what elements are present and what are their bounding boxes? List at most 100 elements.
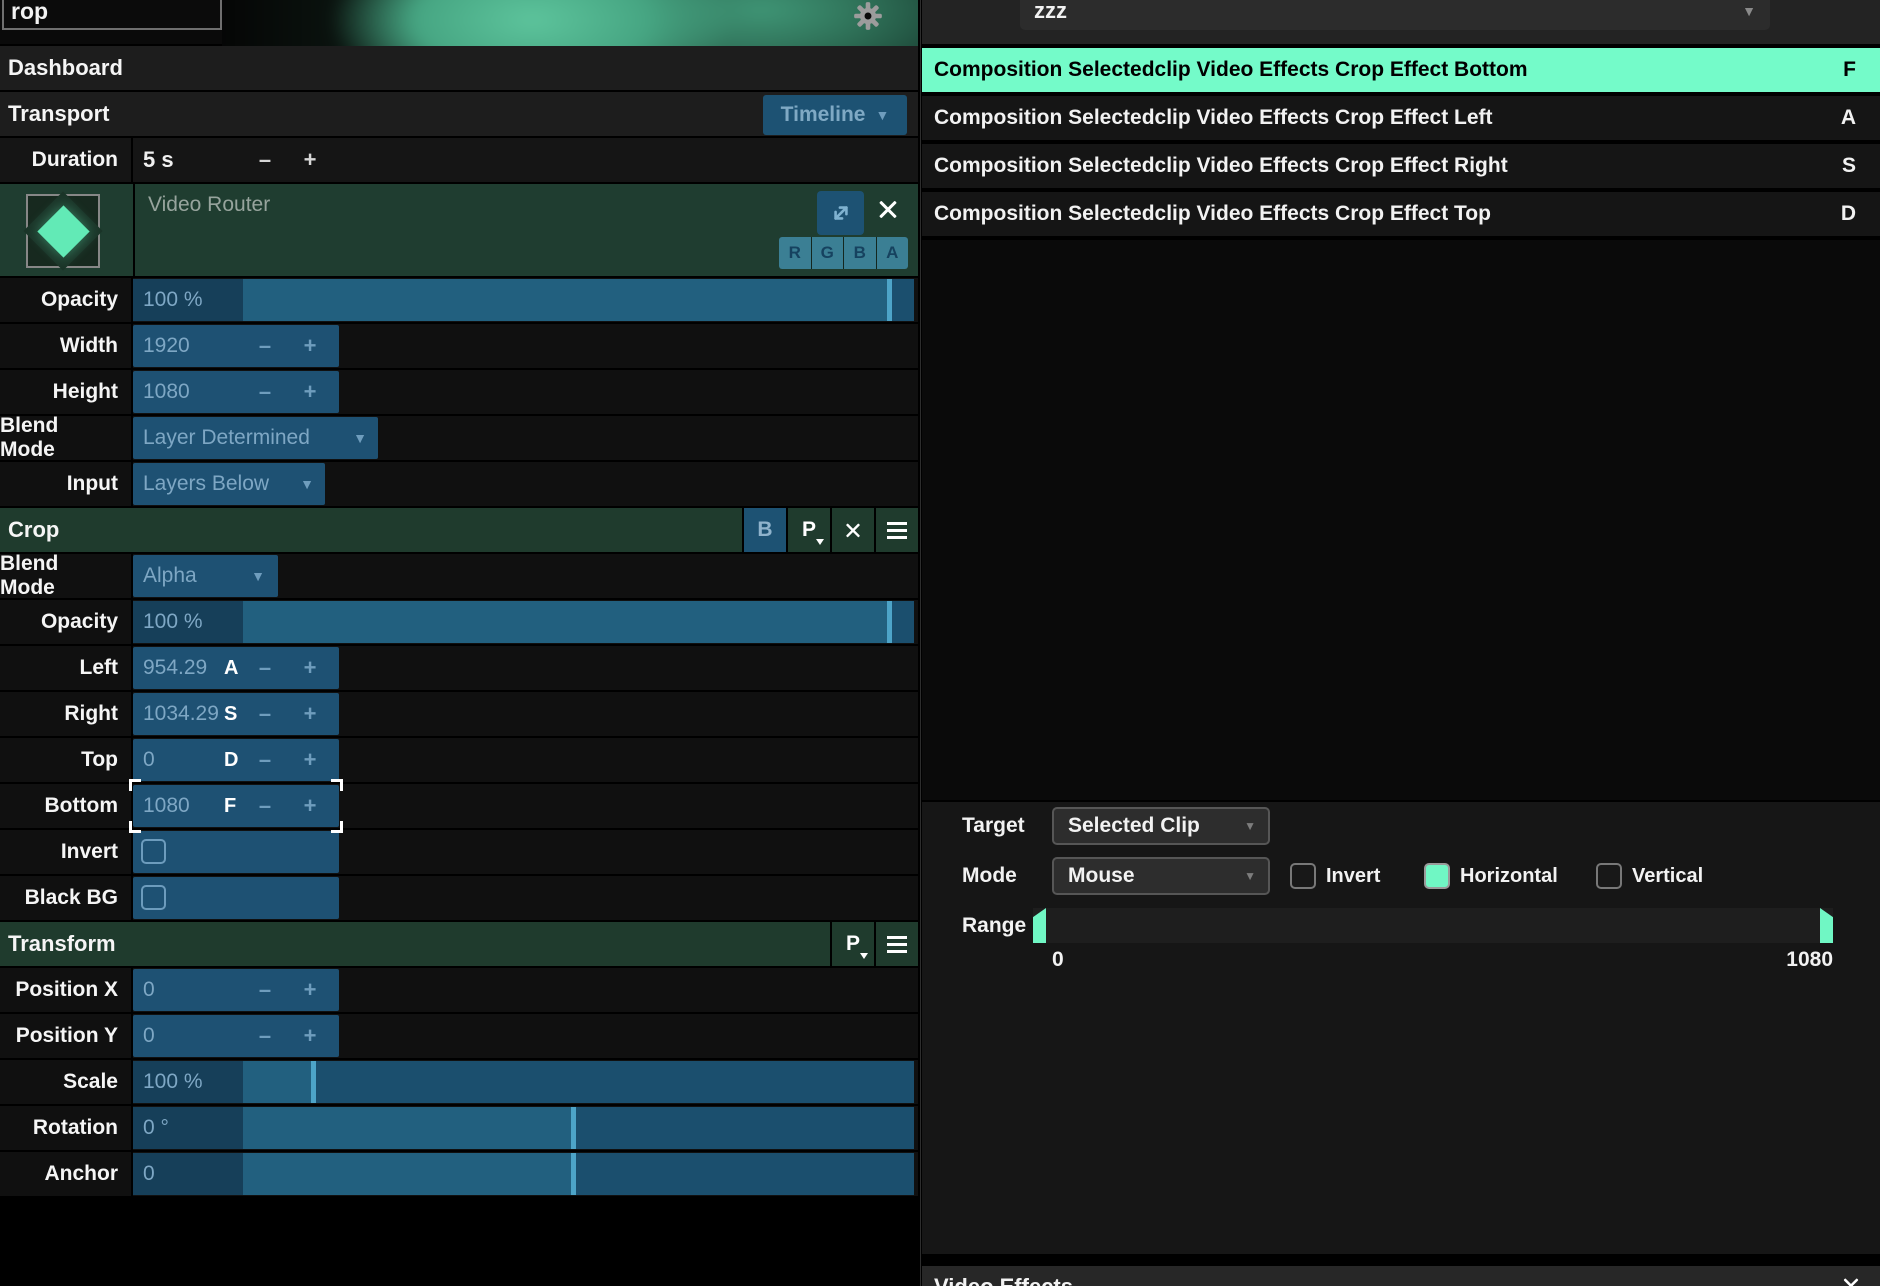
crop-invert-row: Invert xyxy=(0,830,918,876)
crop-black-bg-field[interactable] xyxy=(133,877,339,919)
preset-button[interactable]: P xyxy=(786,508,830,552)
channel-g-button[interactable]: G xyxy=(812,237,844,269)
width-decrement-button[interactable]: – xyxy=(252,325,278,367)
app-window: rop Dashboard Transport Timeline ▼ xyxy=(0,0,1880,1286)
range-max-value: 1080 xyxy=(1752,948,1833,972)
remove-effect-button[interactable] xyxy=(830,508,874,552)
preset-button[interactable]: P xyxy=(830,922,874,966)
duration-label: Duration xyxy=(0,138,133,182)
effect-menu-button[interactable] xyxy=(874,922,918,966)
crop-left-decrement-button[interactable]: – xyxy=(252,647,278,689)
crop-blend-mode-row: Blend Mode Alpha ▼ xyxy=(0,554,918,600)
router-width-row: Width 1920 – + xyxy=(0,324,918,370)
rotation-slider[interactable]: 0 ° xyxy=(133,1107,914,1149)
channel-r-button[interactable]: R xyxy=(779,237,811,269)
close-icon xyxy=(844,521,862,539)
crop-top-decrement-button[interactable]: – xyxy=(252,739,278,781)
transform-effect-header[interactable]: Transform P xyxy=(0,922,918,968)
crop-effect-header[interactable]: Crop B P xyxy=(0,508,918,554)
mode-dropdown[interactable]: Mouse ▼ xyxy=(1052,857,1270,895)
shortcut-row[interactable]: Composition Selectedclip Video Effects C… xyxy=(922,192,1880,238)
crop-left-stepper[interactable]: 954.29 A – + xyxy=(133,647,339,689)
channel-a-button[interactable]: A xyxy=(877,237,909,269)
black-bg-checkbox[interactable] xyxy=(141,885,166,910)
crop-black-bg-row: Black BG xyxy=(0,876,918,922)
duration-decrement-button[interactable]: – xyxy=(252,138,278,182)
close-icon[interactable] xyxy=(1842,1276,1861,1286)
search-input[interactable]: rop xyxy=(2,0,222,30)
position-x-increment-button[interactable]: + xyxy=(297,969,323,1011)
position-y-decrement-button[interactable]: – xyxy=(252,1015,278,1057)
position-y-increment-button[interactable]: + xyxy=(297,1015,323,1057)
router-height-stepper[interactable]: 1080 – + xyxy=(133,371,339,413)
crop-blend-mode-dropdown[interactable]: Alpha ▼ xyxy=(133,555,278,597)
position-x-decrement-button[interactable]: – xyxy=(252,969,278,1011)
search-value: rop xyxy=(11,0,48,25)
height-increment-button[interactable]: + xyxy=(297,371,323,413)
crop-left-increment-button[interactable]: + xyxy=(297,647,323,689)
chevron-down-icon: ▼ xyxy=(875,107,889,123)
shortcut-row[interactable]: Composition Selectedclip Video Effects C… xyxy=(922,96,1880,142)
expand-button[interactable] xyxy=(817,191,864,235)
anchor-slider[interactable]: 0 xyxy=(133,1153,914,1195)
shortcut-filter-dropdown[interactable]: zzz ▼ xyxy=(1020,0,1770,30)
clip-preview-strip xyxy=(222,0,918,46)
router-height-row: Height 1080 – + xyxy=(0,370,918,416)
range-min-handle[interactable] xyxy=(1033,908,1046,943)
channel-b-button[interactable]: B xyxy=(844,237,876,269)
router-opacity-slider[interactable]: 100 % xyxy=(133,279,914,321)
chevron-down-icon: ▼ xyxy=(1244,869,1256,883)
range-slider[interactable] xyxy=(1033,908,1833,943)
transport-section-header[interactable]: Transport Timeline ▼ xyxy=(0,92,918,138)
horizontal-checkbox[interactable] xyxy=(1424,863,1450,889)
scale-slider[interactable]: 100 % xyxy=(133,1061,914,1103)
range-max-handle[interactable] xyxy=(1820,908,1833,943)
target-dropdown[interactable]: Selected Clip ▼ xyxy=(1052,807,1270,845)
duration-value[interactable]: 5 s xyxy=(143,138,174,182)
width-increment-button[interactable]: + xyxy=(297,325,323,367)
crop-right-decrement-button[interactable]: – xyxy=(252,693,278,735)
dashboard-section-header[interactable]: Dashboard xyxy=(0,46,918,92)
chevron-down-icon: ▼ xyxy=(251,555,265,597)
transport-mode-dropdown[interactable]: Timeline ▼ xyxy=(763,95,907,135)
crop-bottom-increment-button[interactable]: + xyxy=(297,785,323,827)
invert-checkbox[interactable] xyxy=(141,839,166,864)
router-input-dropdown[interactable]: Layers Below ▼ xyxy=(133,463,325,505)
position-x-stepper[interactable]: 0 – + xyxy=(133,969,339,1011)
range-min-value: 0 xyxy=(1052,948,1064,972)
clip-thumbnail[interactable] xyxy=(26,194,100,268)
crop-top-stepper[interactable]: 0 D – + xyxy=(133,739,339,781)
effects-parameter-panel: rop Dashboard Transport Timeline ▼ xyxy=(0,0,918,1286)
shortcut-list-empty-area xyxy=(922,240,1880,800)
video-effects-section-header[interactable]: Video Effects xyxy=(922,1266,1880,1286)
effect-menu-button[interactable] xyxy=(874,508,918,552)
crop-right-stepper[interactable]: 1034.29 S – + xyxy=(133,693,339,735)
dashboard-title: Dashboard xyxy=(8,55,123,81)
router-blend-mode-dropdown[interactable]: Layer Determined ▼ xyxy=(133,417,378,459)
vertical-checkbox[interactable] xyxy=(1596,863,1622,889)
resize-arrows-icon xyxy=(828,200,854,226)
shortcut-row[interactable]: Composition Selectedclip Video Effects C… xyxy=(922,144,1880,190)
gear-icon[interactable] xyxy=(853,1,883,31)
preset-caret-icon xyxy=(816,539,824,545)
menu-icon xyxy=(887,943,907,946)
crop-bottom-stepper[interactable]: 1080 F – + xyxy=(133,785,339,827)
crop-opacity-row: Opacity 100 % xyxy=(0,600,918,646)
router-width-stepper[interactable]: 1920 – + xyxy=(133,325,339,367)
crop-opacity-slider[interactable]: 100 % xyxy=(133,601,914,643)
crop-invert-field[interactable] xyxy=(133,831,339,873)
duration-increment-button[interactable]: + xyxy=(297,138,323,182)
close-icon[interactable] xyxy=(877,198,899,220)
assigned-key: F xyxy=(1843,58,1856,82)
crop-right-increment-button[interactable]: + xyxy=(297,693,323,735)
shortcut-row[interactable]: Composition Selectedclip Video Effects C… xyxy=(922,48,1880,94)
height-decrement-button[interactable]: – xyxy=(252,371,278,413)
position-y-stepper[interactable]: 0 – + xyxy=(133,1015,339,1057)
video-router-section: Video Router R G B A xyxy=(0,184,918,278)
bypass-button[interactable]: B xyxy=(742,508,786,552)
shortcut-key-badge: D xyxy=(224,739,248,781)
crop-top-increment-button[interactable]: + xyxy=(297,739,323,781)
transform-anchor-row: Anchor 0 xyxy=(0,1152,918,1198)
invert-checkbox[interactable] xyxy=(1290,863,1316,889)
crop-bottom-decrement-button[interactable]: – xyxy=(252,785,278,827)
